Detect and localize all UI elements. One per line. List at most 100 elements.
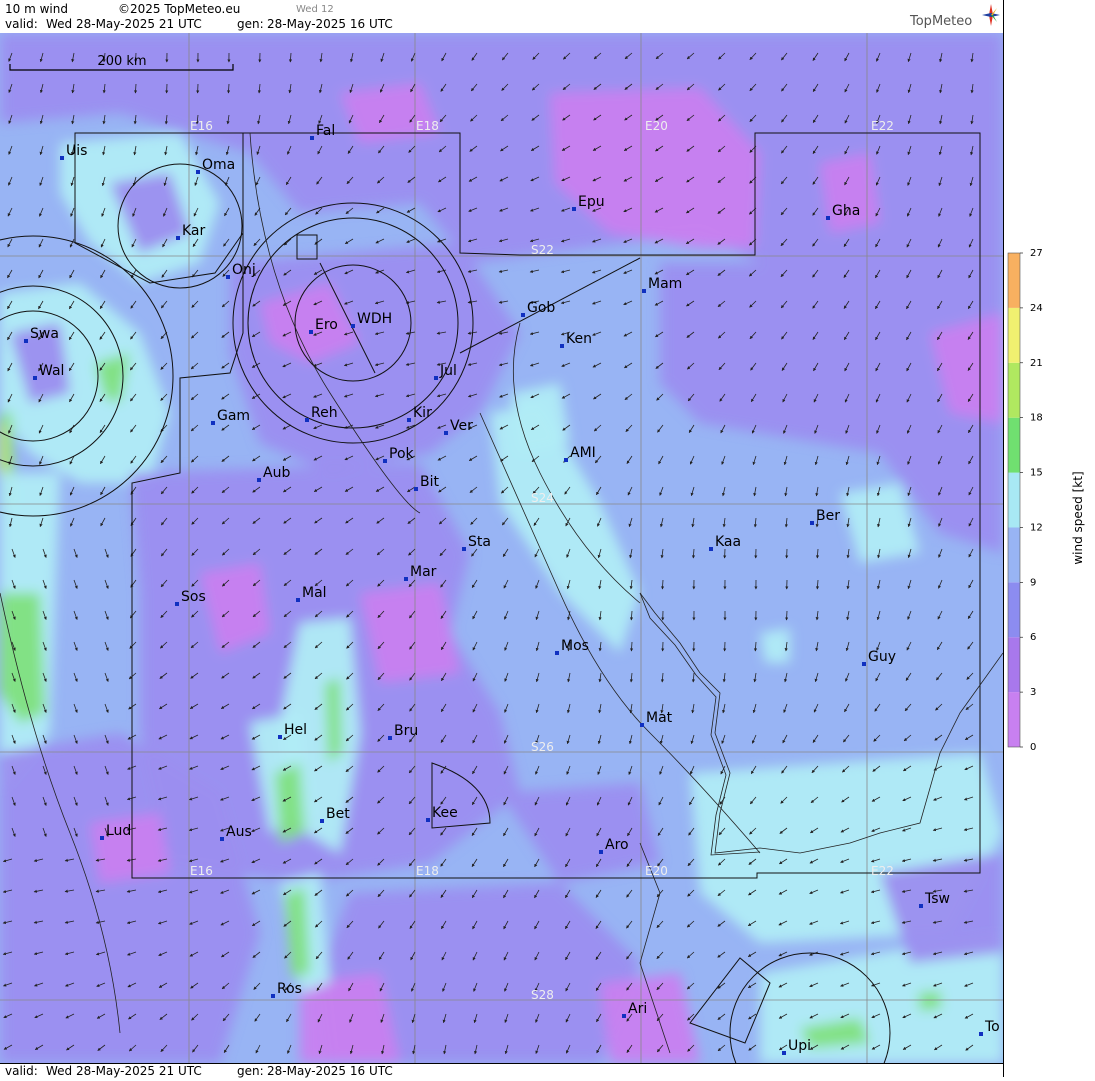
place-mos: Mos: [555, 638, 589, 655]
place-label: Sta: [468, 534, 491, 550]
colorbar-panel: 0 3 6 9 12 15 18 21 24 27 wind speed [kt]: [1003, 0, 1095, 1077]
topmeteo-logo-text: TopMeteo: [910, 14, 972, 29]
gen-label: gen:: [237, 17, 264, 31]
place-label: Upi: [788, 1038, 811, 1054]
place-label: Kir: [413, 405, 432, 421]
colorbar-tick-label: 0: [1030, 742, 1036, 753]
place-label: Uis: [66, 143, 87, 159]
wind-speed-area: [918, 991, 942, 1011]
colorbar-bin: [1008, 692, 1020, 747]
place-label: Mal: [302, 585, 327, 601]
place-label: Aub: [263, 465, 290, 481]
colorbar-bin: [1008, 527, 1020, 582]
place-wdh: WDH: [351, 311, 392, 328]
colorbar-bin: [1008, 582, 1020, 637]
place-label: Pok: [389, 446, 415, 462]
footer-valid-label: valid:: [5, 1064, 38, 1078]
latitude-label: S22: [531, 243, 554, 257]
place-label: Guy: [868, 649, 896, 665]
colorbar-tick-label: 6: [1030, 632, 1036, 643]
place-label: Gob: [527, 300, 555, 316]
footer-gen-time: 28-May-2025 16 UTC: [267, 1064, 393, 1078]
longitude-label-top: E22: [871, 119, 894, 133]
colorbar-tick-label: 21: [1030, 358, 1043, 369]
place-label: AMI: [570, 445, 596, 461]
latitude-label: S26: [531, 740, 554, 754]
footer: valid: Wed 28-May-2025 21 UTC gen: 28-Ma…: [0, 1063, 1003, 1078]
place-aub: Aub: [257, 465, 290, 482]
place-label: Ros: [277, 981, 302, 997]
place-label: Ver: [450, 418, 473, 434]
place-label: Hel: [284, 722, 307, 738]
colorbar-tick-label: 15: [1030, 468, 1043, 479]
longitude-label-bottom: E18: [416, 864, 439, 878]
footer-gen-label: gen:: [237, 1064, 264, 1078]
colorbar-tick-label: 3: [1030, 687, 1036, 698]
place-gha: Gha: [826, 203, 860, 220]
place-label: Epu: [578, 194, 605, 210]
colorbar-tick-label: 12: [1030, 522, 1043, 533]
place-label: Mam: [648, 276, 682, 292]
place-label: Wal: [39, 363, 64, 379]
colorbar-bin: [1008, 308, 1020, 363]
colorbar-bin: [1008, 253, 1020, 308]
place-label: Onj: [232, 262, 256, 278]
place-label: Reh: [311, 405, 338, 421]
wind-map[interactable]: Uis Oma Fal Kar Onj Epu Gha Mam Gob WDH Ero Ken Swa W…: [0, 33, 1003, 1063]
longitude-label-bottom: E16: [190, 864, 213, 878]
place-label: Oma: [202, 157, 235, 173]
longitude-label-bottom: E20: [645, 864, 668, 878]
longitude-label-top: E20: [645, 119, 668, 133]
colorbar: 0 3 6 9 12 15 18 21 24 27 wind speed [kt]: [1004, 0, 1095, 1077]
place-label: Fal: [316, 123, 335, 139]
copyright: ©2025 TopMeteo.eu: [118, 2, 240, 16]
colorbar-tick-label: 18: [1030, 413, 1043, 424]
latitude-label: S24: [531, 491, 554, 505]
place-label: Gha: [832, 203, 860, 219]
place-label: Tsw: [924, 891, 950, 907]
place-label: To: [984, 1019, 1000, 1035]
wind-speed-area: [275, 763, 305, 843]
colorbar-bin: [1008, 473, 1020, 528]
footer-valid-time: Wed 28-May-2025 21 UTC: [46, 1064, 202, 1078]
place-label: Kee: [432, 805, 458, 821]
place-label: Jul: [439, 363, 457, 379]
forecast-step: Wed 12: [296, 3, 334, 17]
colorbar-title: wind speed [kt]: [1071, 471, 1085, 564]
wind-speed-area: [820, 153, 880, 233]
colorbar-tick-label: 9: [1030, 577, 1036, 588]
valid-label: valid:: [5, 17, 38, 31]
place-guy: Guy: [862, 649, 896, 666]
place-label: WDH: [357, 311, 392, 327]
place-gob: Gob: [521, 300, 555, 317]
wind-speed-area: [325, 678, 342, 763]
colorbar-tick-label: 27: [1030, 248, 1043, 259]
longitude-label-top: E16: [190, 119, 213, 133]
gen-time: 28-May-2025 16 UTC: [267, 17, 393, 31]
place-label: Gam: [217, 408, 250, 424]
longitude-label-bottom: E22: [871, 864, 894, 878]
wind-speed-area: [760, 628, 790, 663]
colorbar-bin: [1008, 363, 1020, 418]
place-swa: Swa: [24, 326, 59, 343]
place-label: Kar: [182, 223, 206, 239]
place-label: Mos: [561, 638, 589, 654]
place-mam: Mam: [642, 276, 682, 293]
place-label: Lud: [106, 823, 131, 839]
valid-time: Wed 28-May-2025 21 UTC: [46, 17, 202, 31]
place-label: Mar: [410, 564, 437, 580]
header: 10 m wind ©2025 TopMeteo.eu Wed 12 valid…: [0, 0, 1003, 34]
place-label: Ero: [315, 317, 338, 333]
field-name: 10 m wind: [5, 2, 68, 16]
place-label: Swa: [30, 326, 59, 342]
place-label: Bru: [394, 723, 418, 739]
compass-logo-icon: [980, 2, 1002, 28]
place-label: Kaa: [715, 534, 741, 550]
place-label: Ken: [566, 331, 592, 347]
place-oma: Oma: [196, 157, 235, 174]
place-label: Sos: [181, 589, 206, 605]
place-label: Aus: [226, 824, 252, 840]
colorbar-tick-label: 24: [1030, 303, 1043, 314]
place-label: Bit: [420, 474, 439, 490]
place-label: Ari: [628, 1001, 647, 1017]
